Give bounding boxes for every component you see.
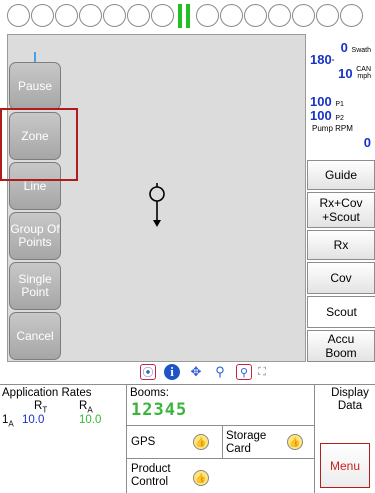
thumbs-up-icon: 👍 [193, 470, 209, 486]
group-of-points-button[interactable]: Group Of Points [9, 212, 61, 260]
accuboom-button[interactable]: Accu Boom [307, 330, 375, 362]
boom-section-numbers: 12345 [131, 400, 188, 420]
boom-status-bar [0, 0, 375, 32]
booms-title: Booms: [130, 387, 169, 399]
boom-led [103, 4, 126, 27]
boom-led [31, 4, 54, 27]
pump-rpm-value: 0 [363, 135, 371, 150]
display-data-button[interactable]: Display Data [326, 387, 374, 413]
swath-readout: 0 Swath [340, 40, 371, 55]
divider [314, 384, 315, 493]
rate-row-index: 1A [2, 414, 14, 429]
guide-button[interactable]: Guide [307, 160, 375, 190]
map-marker [34, 52, 36, 62]
boom-led [292, 4, 315, 27]
thumbs-up-icon: 👍 [193, 434, 209, 450]
rate-actual-header: RA [79, 400, 93, 415]
boom-led [244, 4, 267, 27]
rate-actual-value: 10.0 [79, 414, 102, 426]
rate-target-value: 10.0 [22, 414, 45, 426]
product-control-label: Product Control [131, 463, 171, 488]
divider [126, 425, 314, 426]
gps-status-label: GPS [131, 436, 156, 448]
lightbar-center-mark [178, 4, 182, 28]
pump-rpm-label: Pump RPM [312, 124, 353, 133]
rate-target-header: RT [34, 400, 48, 415]
heading-readout: 180° [310, 52, 335, 67]
boom-led [127, 4, 150, 27]
lightbar-center-mark [186, 4, 190, 28]
cov-button[interactable]: Cov [307, 262, 375, 294]
boom-led [316, 4, 339, 27]
zone-highlight-callout [0, 108, 78, 181]
boom-led [196, 4, 219, 27]
boom-led [220, 4, 243, 27]
rx-cov-scout-button[interactable]: Rx+Cov +Scout [307, 192, 375, 228]
cancel-button[interactable]: Cancel [9, 312, 61, 360]
zoom-icon[interactable]: ⚲ [212, 364, 228, 380]
single-point-button[interactable]: Single Point [9, 262, 61, 310]
gps-icon[interactable]: ⦿ [140, 364, 156, 380]
fullscreen-icon[interactable]: ⛶ [254, 364, 270, 380]
application-rates-title: Application Rates [2, 387, 92, 399]
pan-icon[interactable]: ✥ [188, 364, 204, 380]
zoom-extent-icon[interactable]: ⚲ [236, 364, 252, 380]
storage-card-label: Storage Card [226, 430, 267, 455]
divider [126, 458, 314, 459]
info-icon[interactable]: i [164, 364, 180, 380]
divider [222, 425, 223, 458]
speed-readout: 10 CAN mph [338, 66, 371, 81]
map-toolbar: ⦿ i ✥ ⚲ ⚲ ⛶ [138, 362, 268, 382]
divider [126, 384, 127, 493]
pressure-p2-readout: 100 P2 [310, 108, 344, 123]
pressure-p1-readout: 100 P1 [310, 94, 344, 109]
boom-led [340, 4, 363, 27]
boom-led [151, 4, 174, 27]
pause-button[interactable]: Pause [9, 62, 61, 110]
boom-led [268, 4, 291, 27]
boom-led [7, 4, 30, 27]
boom-led [55, 4, 78, 27]
rx-button[interactable]: Rx [307, 230, 375, 260]
menu-button[interactable]: Menu [320, 443, 370, 488]
scout-tab[interactable]: Scout [307, 296, 375, 328]
boom-led [79, 4, 102, 27]
thumbs-up-icon: 👍 [287, 434, 303, 450]
vehicle-icon [149, 183, 165, 227]
